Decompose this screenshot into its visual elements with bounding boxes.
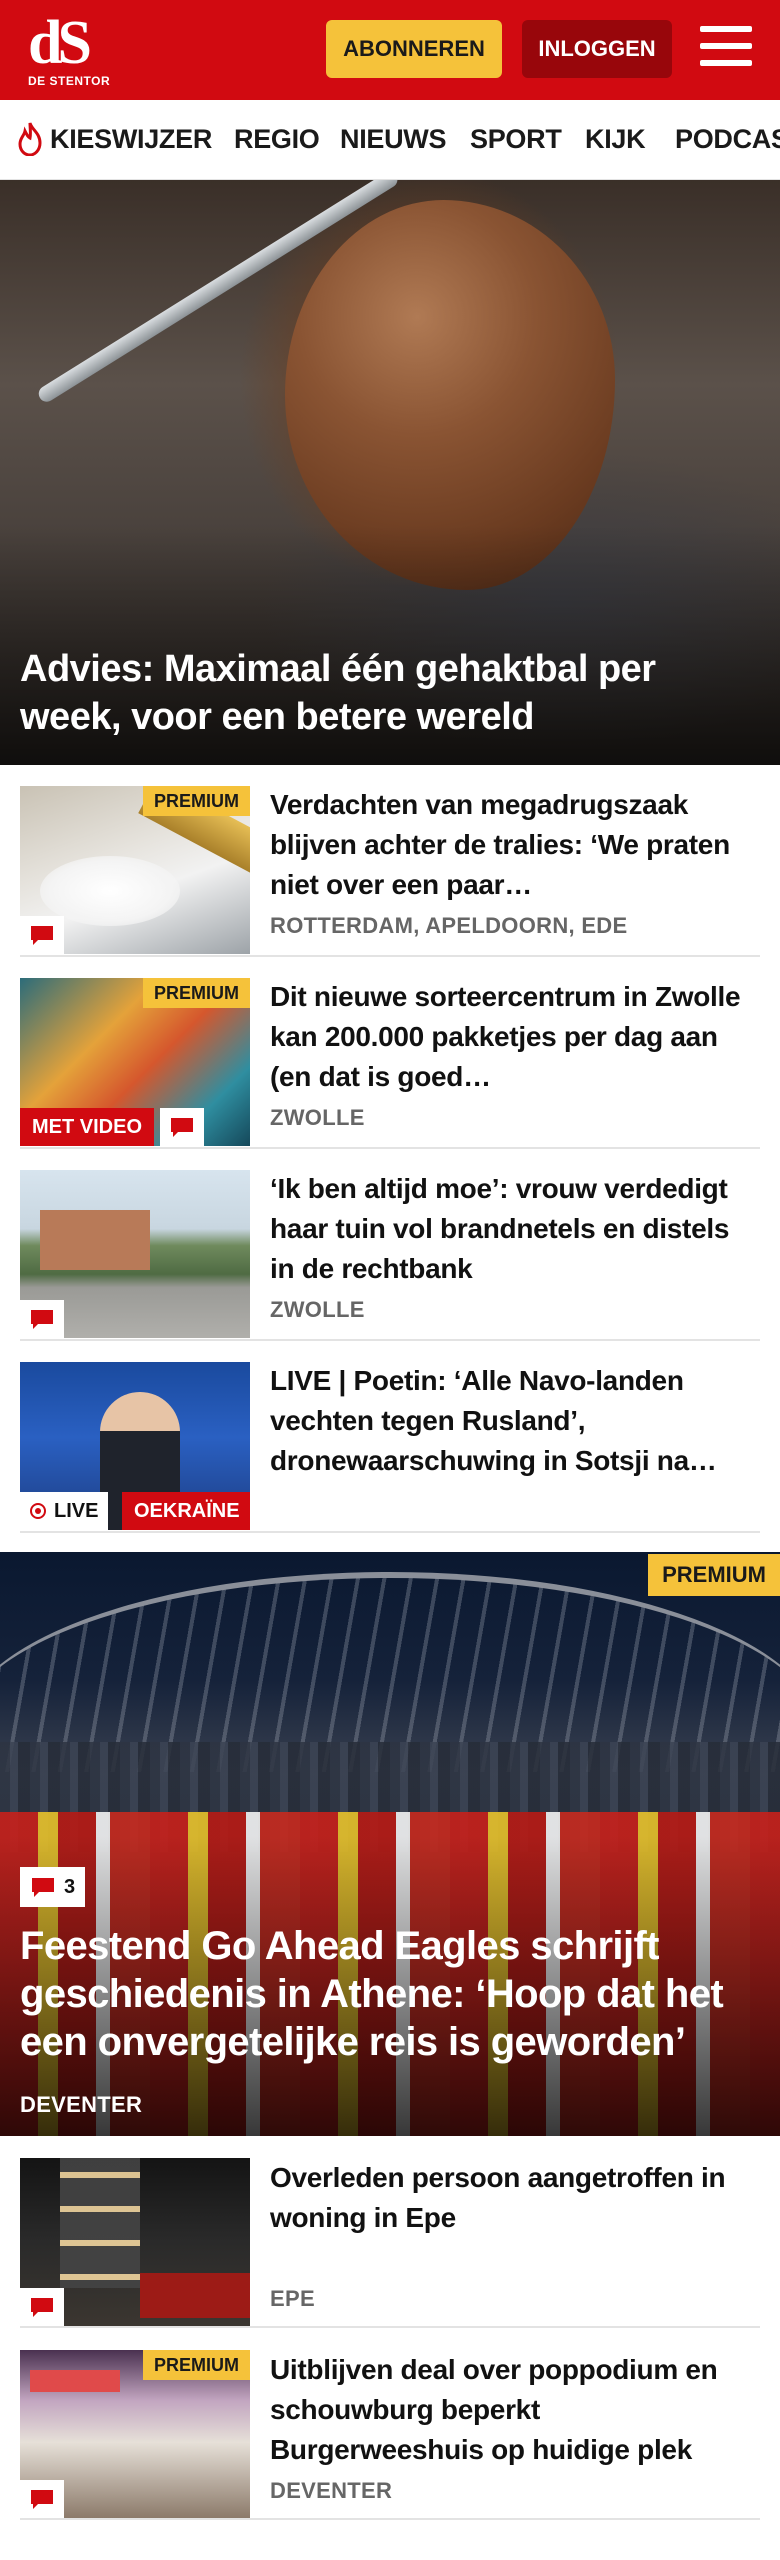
- article-title[interactable]: LIVE | Poetin: ‘Alle Navo-landen vechten…: [270, 1361, 760, 1481]
- site-logo[interactable]: dS DE STENTOR: [28, 9, 114, 88]
- comment-badge[interactable]: [20, 1300, 64, 1338]
- article-item[interactable]: PREMIUM Verdachten van megadrugszaak bli…: [20, 765, 760, 957]
- comment-badge[interactable]: [20, 2288, 64, 2326]
- feature-title[interactable]: Feestend Go Ahead Eagles schrijft geschi…: [20, 1922, 765, 2066]
- article-location: EPE: [270, 2286, 315, 2311]
- comment-icon: [171, 1118, 193, 1137]
- article-title[interactable]: Uitblijven deal over poppodium en schouw…: [270, 2350, 760, 2470]
- article-title[interactable]: Dit nieuwe sorteercentrum in Zwolle kan …: [270, 977, 760, 1097]
- article-thumbnail[interactable]: PREMIUM: [20, 786, 250, 954]
- video-label: MET VIDEO: [20, 1108, 155, 1146]
- comment-icon: [31, 2298, 53, 2317]
- site-header: dS DE STENTOR ABONNEREN INLOGGEN: [0, 0, 780, 100]
- comment-count: 3: [64, 1875, 76, 1898]
- comment-badge[interactable]: [160, 1108, 204, 1146]
- article-item[interactable]: PREMIUM Uitblijven deal over poppodium e…: [20, 2328, 760, 2520]
- comment-badge[interactable]: [20, 2480, 64, 2518]
- article-title[interactable]: Overleden persoon aangetroffen in woning…: [270, 2158, 760, 2238]
- nav-item-kijk[interactable]: KIJK: [585, 124, 646, 155]
- hero-title[interactable]: Advies: Maximaal één gehaktbal per week,…: [20, 645, 760, 741]
- logo-mark: dS: [28, 9, 92, 77]
- article-thumbnail[interactable]: PREMIUM: [20, 2350, 250, 2518]
- live-text: LIVE: [54, 1500, 99, 1522]
- article-thumbnail[interactable]: [20, 1170, 250, 1338]
- article-thumbnail[interactable]: [20, 2158, 250, 2326]
- live-label: LIVE: [20, 1492, 109, 1530]
- hero-article[interactable]: Advies: Maximaal één gehaktbal per week,…: [0, 180, 780, 765]
- thumb-detail: [60, 2158, 140, 2288]
- nav-item-sport[interactable]: SPORT: [470, 124, 562, 155]
- comment-icon: [32, 1878, 54, 1897]
- main-nav: KIESWIJZER REGIO NIEUWS SPORT KIJK PODCA…: [0, 100, 780, 180]
- article-title[interactable]: ‘Ik ben altijd moe’: vrouw verdedigt haa…: [270, 1169, 760, 1289]
- thumb-detail: [40, 1210, 150, 1270]
- nav-item-kieswijzer[interactable]: KIESWIJZER: [50, 124, 212, 155]
- article-location: DEVENTER: [270, 2478, 393, 2503]
- subscribe-button[interactable]: ABONNEREN: [326, 20, 502, 78]
- premium-badge: PREMIUM: [143, 786, 250, 816]
- flame-icon: [18, 122, 42, 156]
- comment-badge[interactable]: [20, 916, 64, 954]
- premium-badge: PREMIUM: [143, 978, 250, 1008]
- nav-item-nieuws[interactable]: NIEUWS: [340, 124, 447, 155]
- feature-article[interactable]: PREMIUM 3 Feestend Go Ahead Eagles schri…: [0, 1552, 780, 2136]
- article-item[interactable]: PREMIUM MET VIDEO Dit nieuwe sorteercent…: [20, 957, 760, 1149]
- menu-icon[interactable]: [700, 26, 752, 70]
- premium-badge: PREMIUM: [143, 2350, 250, 2380]
- logo-subtitle: DE STENTOR: [28, 74, 111, 88]
- article-item[interactable]: ‘Ik ben altijd moe’: vrouw verdedigt haa…: [20, 1149, 760, 1341]
- article-thumbnail[interactable]: LIVE OEKRAÏNE: [20, 1362, 250, 1530]
- article-thumbnail[interactable]: PREMIUM MET VIDEO: [20, 978, 250, 1146]
- thumb-detail: [30, 2370, 120, 2392]
- login-button[interactable]: INLOGGEN: [522, 20, 672, 78]
- article-location: ROTTERDAM, APELDOORN, EDE: [270, 913, 628, 938]
- comment-icon: [31, 926, 53, 945]
- comment-badge[interactable]: 3: [20, 1867, 86, 1907]
- article-location: ZWOLLE: [270, 1105, 365, 1130]
- live-dot-icon: [30, 1503, 46, 1519]
- article-location: ZWOLLE: [270, 1297, 365, 1322]
- article-item[interactable]: Overleden persoon aangetroffen in woning…: [20, 2136, 760, 2328]
- comment-icon: [31, 1310, 53, 1329]
- thumb-detail: [140, 2273, 250, 2318]
- article-title[interactable]: Verdachten van megadrugszaak blijven ach…: [270, 785, 760, 905]
- nav-item-regio[interactable]: REGIO: [234, 124, 320, 155]
- article-item[interactable]: LIVE OEKRAÏNE LIVE | Poetin: ‘Alle Navo-…: [20, 1341, 760, 1533]
- nav-item-podcast[interactable]: PODCAST: [675, 124, 780, 155]
- topic-label[interactable]: OEKRAÏNE: [122, 1492, 250, 1530]
- comment-icon: [31, 2490, 53, 2509]
- premium-badge: PREMIUM: [648, 1554, 780, 1596]
- feature-location: DEVENTER: [20, 2092, 143, 2117]
